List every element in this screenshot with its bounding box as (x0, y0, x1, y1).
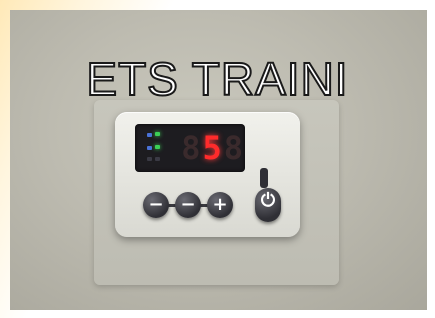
indicator-led (147, 157, 152, 161)
power-icon: ⏻ (260, 190, 276, 211)
minus-button[interactable]: − (175, 192, 201, 218)
sensor-probe (260, 168, 268, 188)
display-digit: 5 (202, 129, 222, 167)
indicator-led (155, 157, 160, 161)
overlay-title: ETS TRAINI (85, 52, 349, 106)
minus-icon: − (180, 194, 196, 215)
minus-button[interactable]: − (143, 192, 169, 218)
power-button[interactable]: ⏻ (255, 188, 281, 222)
display-digit: 8 (223, 129, 243, 167)
indicator-led (155, 132, 160, 136)
led-display: 8 5 8 (135, 124, 245, 172)
plus-icon: + (212, 194, 228, 215)
minus-icon: − (148, 194, 164, 215)
display-digits: 8 5 8 (175, 128, 243, 168)
thermostat-controller: 8 5 8 − − + ⏻ (115, 112, 300, 237)
plus-button[interactable]: + (207, 192, 233, 218)
indicator-led (147, 146, 152, 150)
indicator-led (147, 133, 152, 137)
display-digit: 8 (181, 129, 201, 167)
indicator-led (155, 145, 160, 149)
button-row: − − + ⏻ (143, 188, 293, 224)
